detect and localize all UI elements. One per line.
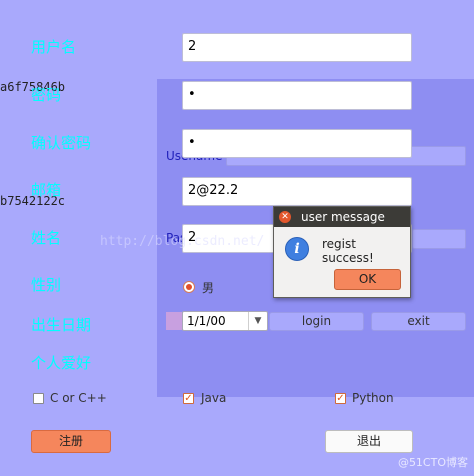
password-label: 密码 [31, 86, 62, 104]
gender-male-label: 男 [202, 281, 215, 295]
confirm-password-label: 确认密码 [31, 134, 92, 152]
ok-button[interactable]: OK [334, 269, 401, 290]
hobby-python-label: Python [352, 391, 394, 405]
gender-male-radio[interactable] [183, 281, 195, 293]
radio-selected-dot [186, 284, 192, 290]
site-badge: @51CTO博客 [397, 456, 468, 469]
dialog-message: regist success! [322, 237, 374, 265]
background-combo-corner [166, 312, 182, 330]
name-label: 姓名 [31, 229, 62, 247]
birthdate-label: 出生日期 [31, 316, 92, 334]
hobby-c-checkbox[interactable] [33, 393, 44, 404]
gender-label: 性别 [31, 276, 62, 294]
close-icon[interactable]: ✕ [279, 211, 291, 223]
confirm-password-input[interactable]: • [182, 129, 412, 158]
username-label: 用户名 [31, 38, 77, 56]
hobby-java-label: Java [201, 391, 227, 405]
birthdate-combo[interactable]: 1/1/00 ▼ [182, 311, 268, 331]
message-dialog: ✕ user message i regist success! OK [273, 206, 411, 298]
register-button[interactable]: 注册 [31, 430, 111, 453]
username-input[interactable]: 2 [182, 33, 412, 62]
exit-button[interactable]: 退出 [325, 430, 413, 453]
hobbies-label: 个人爱好 [31, 354, 92, 372]
background-password-field[interactable] [412, 229, 466, 249]
background-exit-button[interactable]: exit [371, 312, 466, 331]
hobby-c-label: C or C++ [50, 391, 107, 405]
info-icon: i [285, 237, 309, 261]
watermark: http://blog.csdn.net/ [100, 234, 265, 249]
hobby-java-checkbox[interactable]: ✓ [183, 393, 194, 404]
dialog-titlebar: ✕ user message [274, 207, 410, 227]
email-label: 邮箱 [31, 181, 62, 199]
hobby-python-checkbox[interactable]: ✓ [335, 393, 346, 404]
password-input[interactable]: • [182, 81, 412, 110]
chevron-down-icon[interactable]: ▼ [248, 312, 267, 330]
background-login-button[interactable]: login [269, 312, 364, 331]
email-input[interactable]: 2@22.2 [182, 177, 412, 206]
dialog-title: user message [301, 210, 385, 224]
birthdate-value: 1/1/00 [187, 314, 226, 328]
